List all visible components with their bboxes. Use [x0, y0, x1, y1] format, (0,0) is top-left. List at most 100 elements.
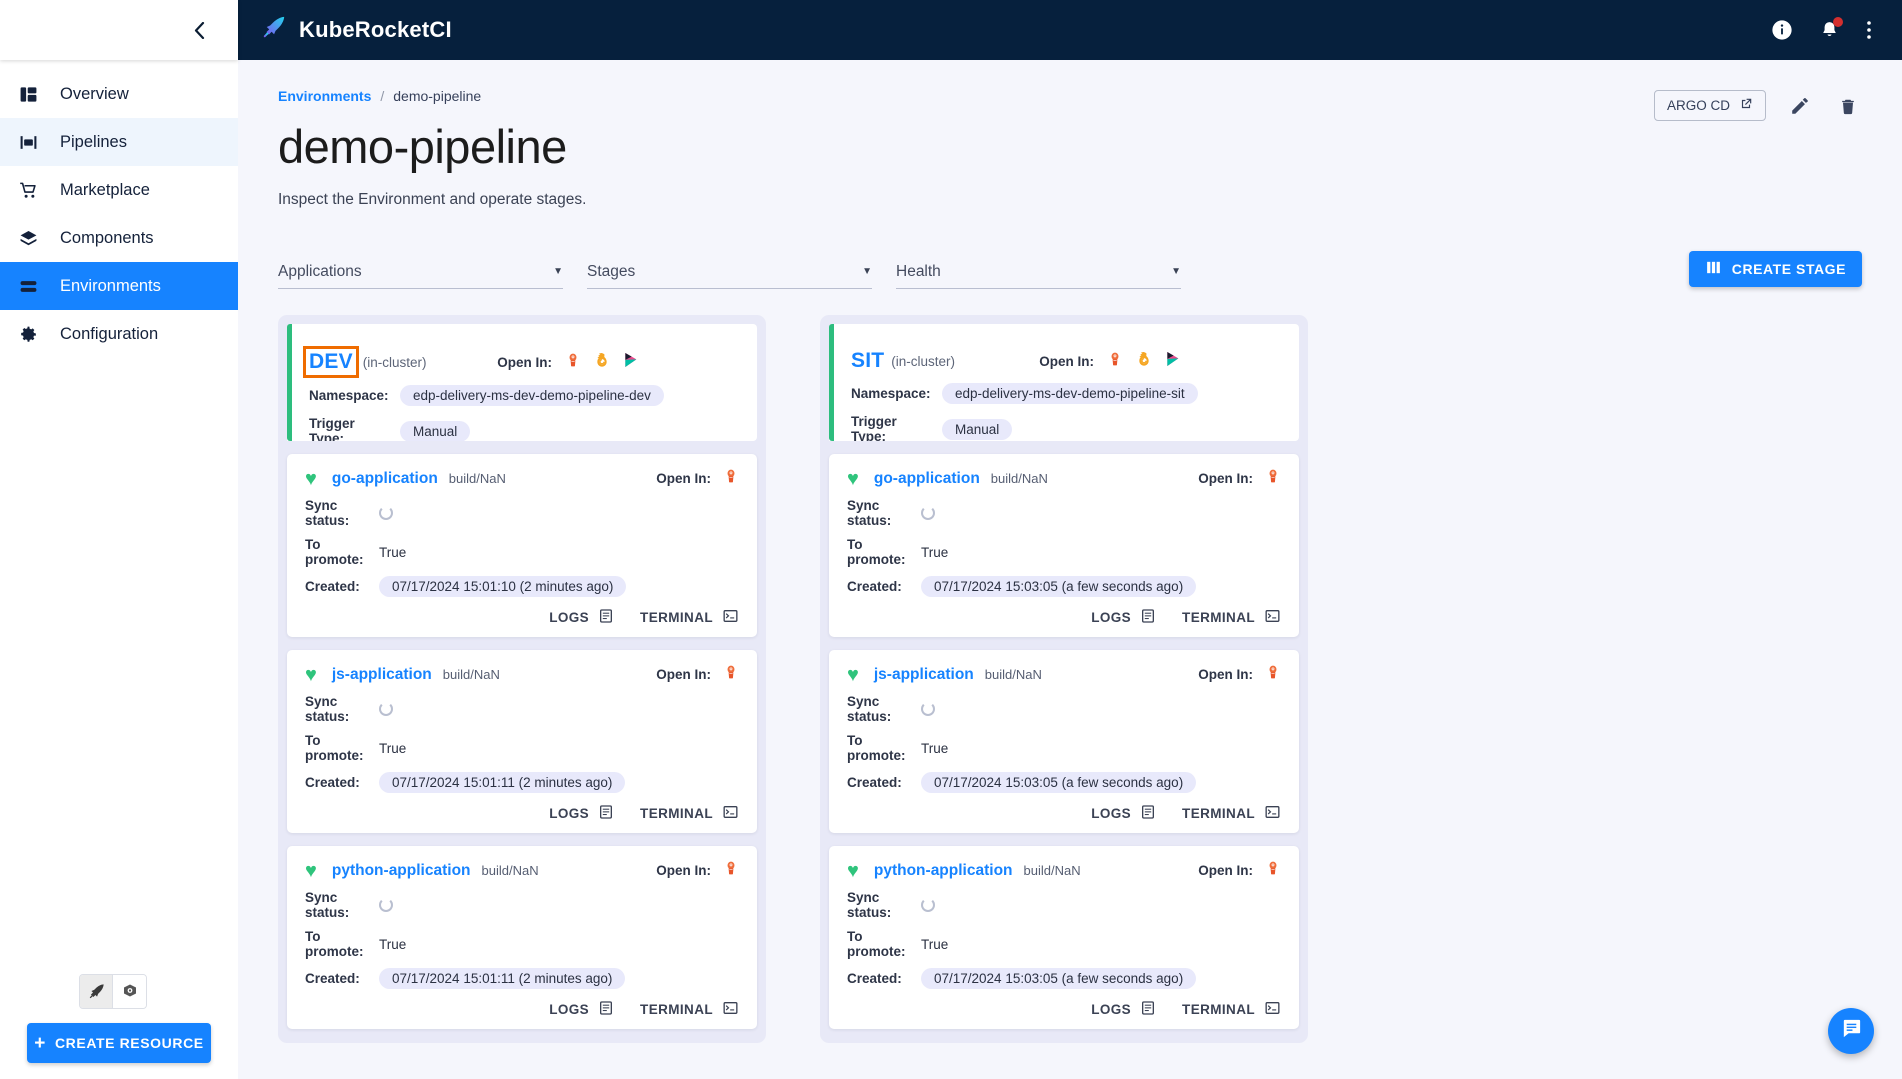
sync-status-label: Sync status:	[847, 694, 892, 724]
terminal-button[interactable]: TERMINAL	[640, 1000, 739, 1019]
logs-button[interactable]: LOGS	[549, 804, 614, 823]
logs-button[interactable]: LOGS	[549, 608, 614, 627]
stage-header: DEV (in-cluster) Open In: Namespace: edp…	[287, 324, 757, 441]
sidebar-item-pipelines[interactable]: Pipelines	[0, 118, 238, 166]
edit-button[interactable]	[1786, 92, 1814, 120]
sidebar-header	[0, 0, 238, 60]
info-icon[interactable]	[1771, 19, 1793, 41]
logs-icon	[1140, 804, 1156, 823]
argocd-icon[interactable]	[723, 860, 739, 881]
logs-button[interactable]: LOGS	[1091, 804, 1156, 823]
sidebar-item-environments[interactable]: Environments	[0, 262, 238, 310]
argocd-icon[interactable]	[1265, 468, 1281, 489]
sidebar-item-label: Configuration	[60, 324, 159, 343]
breadcrumb-root-link[interactable]: Environments	[278, 88, 371, 104]
created-label: Created:	[847, 579, 902, 594]
health-heart-icon: ♥	[305, 663, 317, 686]
to-promote-value: True	[921, 544, 949, 560]
created-label: Created:	[847, 775, 902, 790]
topbar-actions	[1771, 17, 1872, 41]
application-name-link[interactable]: js-application	[332, 666, 432, 684]
open-in-label: Open In:	[1198, 471, 1253, 486]
application-card: ♥ go-application build/NaN Open In: Sync…	[829, 454, 1299, 637]
application-name-link[interactable]: go-application	[332, 470, 438, 488]
terminal-button[interactable]: TERMINAL	[640, 804, 739, 823]
delete-button[interactable]	[1834, 92, 1862, 120]
bell-icon[interactable]	[1819, 17, 1843, 41]
logs-icon	[598, 1000, 614, 1019]
terminal-button[interactable]: TERMINAL	[1182, 804, 1281, 823]
sync-status-label: Sync status:	[305, 498, 350, 528]
argocd-icon[interactable]	[1265, 860, 1281, 881]
logs-label: LOGS	[1091, 1002, 1132, 1017]
create-resource-button[interactable]: + CREATE RESOURCE	[27, 1023, 211, 1063]
support-chat-button[interactable]	[1828, 1008, 1874, 1054]
view-mode-toggle[interactable]	[79, 974, 147, 1009]
logs-button[interactable]: LOGS	[1091, 1000, 1156, 1019]
application-build: build/NaN	[442, 667, 500, 682]
chevron-left-icon[interactable]	[186, 17, 212, 43]
to-promote-value: True	[921, 740, 949, 756]
sync-status-label: Sync status:	[847, 890, 892, 920]
health-heart-icon: ♥	[847, 663, 859, 686]
kibana-icon[interactable]	[623, 352, 639, 373]
view-mode-kubernetes[interactable]	[113, 975, 146, 1008]
logs-label: LOGS	[549, 806, 590, 821]
application-open-in: Open In:	[1198, 860, 1281, 881]
application-card: ♥ js-application build/NaN Open In: Sync…	[287, 650, 757, 833]
to-promote-label: To promote:	[305, 537, 364, 567]
created-value: 07/17/2024 15:03:05 (a few seconds ago)	[921, 968, 1197, 989]
view-mode-krci[interactable]	[80, 975, 113, 1008]
kibana-icon[interactable]	[1165, 351, 1181, 372]
argocd-icon[interactable]	[1107, 351, 1123, 372]
argocd-icon[interactable]	[1265, 664, 1281, 685]
application-open-in: Open In:	[656, 860, 739, 881]
logs-button[interactable]: LOGS	[549, 1000, 614, 1019]
sidebar-item-components[interactable]: Components	[0, 214, 238, 262]
terminal-label: TERMINAL	[640, 806, 713, 821]
stage-name-link[interactable]: DEV	[303, 346, 359, 378]
filter-label: Applications	[278, 262, 362, 280]
create-stage-button[interactable]: CREATE STAGE	[1688, 251, 1862, 287]
chevron-down-icon: ▼	[1171, 266, 1181, 277]
filter-stages[interactable]: Stages ▼	[587, 255, 872, 289]
pipelines-icon	[16, 133, 60, 152]
application-name-link[interactable]: python-application	[332, 862, 471, 880]
sidebar-item-overview[interactable]: Overview	[0, 70, 238, 118]
plus-icon: +	[34, 1032, 46, 1054]
columns-icon	[1705, 259, 1722, 279]
sidebar-item-configuration[interactable]: Configuration	[0, 310, 238, 358]
sidebar-item-marketplace[interactable]: Marketplace	[0, 166, 238, 214]
created-value: 07/17/2024 15:03:05 (a few seconds ago)	[921, 772, 1197, 793]
gear-icon	[16, 325, 60, 344]
grafana-icon[interactable]	[1136, 351, 1152, 372]
terminal-label: TERMINAL	[1182, 610, 1255, 625]
terminal-label: TERMINAL	[1182, 1002, 1255, 1017]
application-build: build/NaN	[481, 863, 539, 878]
filter-applications[interactable]: Applications ▼	[278, 255, 563, 289]
stage-name-link[interactable]: SIT	[851, 349, 884, 373]
argo-cd-button[interactable]: ARGO CD	[1653, 90, 1766, 121]
application-name-link[interactable]: python-application	[874, 862, 1013, 880]
terminal-button[interactable]: TERMINAL	[1182, 608, 1281, 627]
argocd-icon[interactable]	[565, 352, 581, 373]
application-card: ♥ python-application build/NaN Open In: …	[829, 846, 1299, 1029]
grafana-icon[interactable]	[594, 352, 610, 373]
sidebar-nav: Overview Pipelines Marketplace Components En…	[0, 70, 238, 358]
layers-icon	[16, 229, 60, 248]
argocd-icon[interactable]	[723, 468, 739, 489]
terminal-button[interactable]: TERMINAL	[1182, 1000, 1281, 1019]
application-card: ♥ js-application build/NaN Open In: Sync…	[829, 650, 1299, 833]
application-name-link[interactable]: go-application	[874, 470, 980, 488]
more-vertical-icon[interactable]	[1866, 19, 1872, 41]
filter-health[interactable]: Health ▼	[896, 255, 1181, 289]
stage-status-accent	[287, 324, 292, 441]
application-name-link[interactable]: js-application	[874, 666, 974, 684]
terminal-label: TERMINAL	[1182, 806, 1255, 821]
logs-button[interactable]: LOGS	[1091, 608, 1156, 627]
sidebar-item-label: Marketplace	[60, 180, 150, 199]
brand[interactable]: KubeRocketCI	[260, 14, 452, 46]
terminal-button[interactable]: TERMINAL	[640, 608, 739, 627]
to-promote-value: True	[379, 936, 407, 952]
argocd-icon[interactable]	[723, 664, 739, 685]
